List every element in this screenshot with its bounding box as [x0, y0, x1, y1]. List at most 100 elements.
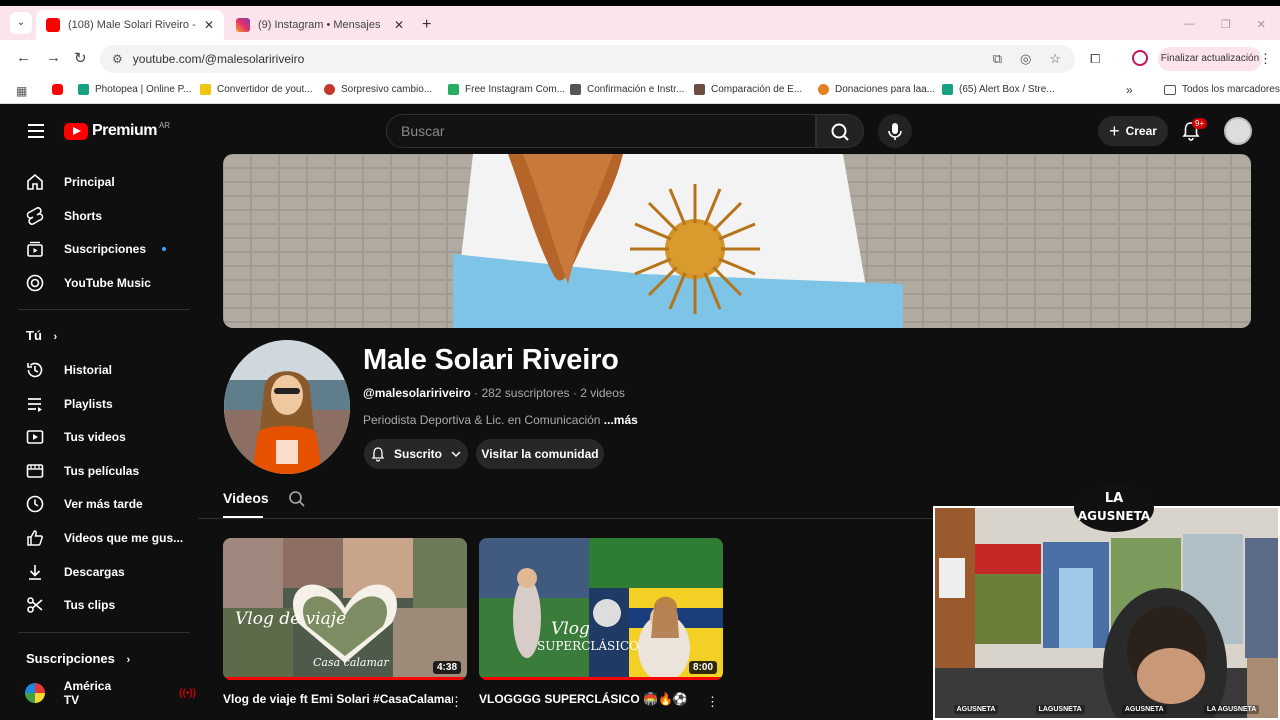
- account-avatar[interactable]: [1224, 117, 1252, 145]
- bookmark-sorpresivo[interactable]: Sorpresivo cambio...: [324, 84, 432, 95]
- back-icon[interactable]: ←: [16, 49, 31, 66]
- subscriptions-icon: [27, 241, 43, 257]
- playlists-icon: [28, 398, 42, 412]
- search-input[interactable]: [387, 115, 815, 147]
- site-info-icon[interactable]: ⚙: [112, 52, 123, 66]
- watch-progress-bar: [223, 677, 467, 680]
- sidebar-item-label: Ver más tarde: [64, 497, 143, 511]
- maximize-icon[interactable]: ❐: [1221, 18, 1231, 31]
- bookmark-photopea[interactable]: Photopea | Online P...: [78, 84, 191, 95]
- download-icon: [29, 565, 41, 580]
- bookmark-star-icon[interactable]: ☆: [1049, 51, 1061, 67]
- sidebar-item-historial[interactable]: Historial: [24, 358, 112, 382]
- sidebar-divider: [18, 632, 190, 633]
- close-tab-icon[interactable]: ✕: [204, 18, 214, 32]
- create-button[interactable]: + Crear: [1098, 116, 1168, 146]
- free-ig-icon: [448, 84, 459, 95]
- sidebar-item-playlists[interactable]: Playlists: [24, 392, 113, 416]
- video-title[interactable]: Vlog de viaje ft Emi Solari #CasaCalamar…: [223, 692, 453, 706]
- tab-videos[interactable]: Videos: [223, 490, 269, 506]
- minimize-icon[interactable]: —: [1184, 18, 1195, 31]
- more-bookmarks-icon[interactable]: »: [1126, 83, 1133, 97]
- sidebar-item-suscripciones[interactable]: Suscripciones: [24, 237, 167, 261]
- channel-name: Male Solari Riveiro: [363, 344, 619, 376]
- sidebar-item-tus-videos[interactable]: Tus videos: [24, 425, 126, 449]
- home-icon: [27, 173, 43, 190]
- search-icon: [831, 123, 849, 141]
- sidebar-item-label: Videos que me gus...: [64, 531, 184, 545]
- subscriptions-section-header[interactable]: Suscripciones ›: [26, 651, 130, 666]
- close-tab-icon[interactable]: ✕: [394, 18, 404, 32]
- video-card[interactable]: Vlog SUPERCLÁSICO 8:00 VLOGGGG SUPERCLÁS…: [479, 538, 723, 709]
- bookmark-donaciones[interactable]: Donaciones para laa...: [818, 84, 935, 95]
- your-videos-icon: [26, 430, 44, 444]
- sidebar-item-liked-videos[interactable]: Videos que me gus...: [24, 526, 183, 550]
- extensions-icon[interactable]: ⧠: [1090, 51, 1100, 67]
- sidebar-item-tus-clips[interactable]: Tus clips: [24, 593, 115, 617]
- apps-grid-icon[interactable]: ▦: [16, 84, 27, 98]
- thumbnail-overlay-text: Vlog de viaje: [235, 609, 346, 629]
- sidebar-item-principal[interactable]: Principal: [24, 170, 115, 194]
- voice-search-button[interactable]: [878, 114, 912, 148]
- address-bar[interactable]: ⚙ youtube.com/@malesolaririveiro ⧉ ◎ ☆: [100, 45, 1075, 73]
- plus-icon: +: [1109, 120, 1120, 141]
- bookmark-youtube[interactable]: [52, 84, 69, 95]
- forward-icon[interactable]: →: [46, 49, 61, 66]
- browser-menu-icon[interactable]: ⋮: [1259, 51, 1272, 67]
- sidebar-item-label: YouTube Music: [64, 276, 151, 290]
- bookmark-instagram-com[interactable]: Free Instagram Com...: [448, 84, 565, 95]
- channel-search-icon[interactable]: [288, 490, 306, 508]
- description-text: Periodista Deportiva & Lic. en Comunicac…: [363, 413, 601, 427]
- sidebar-item-label: Tus clips: [64, 598, 116, 612]
- bookmark-label: Donaciones para laa...: [835, 84, 936, 95]
- video-thumbnail[interactable]: Vlog SUPERCLÁSICO 8:00: [479, 538, 723, 680]
- video-thumbnail[interactable]: Vlog de viaje Casa calamar 4:38: [223, 538, 467, 680]
- video-card[interactable]: Vlog de viaje Casa calamar 4:38 Vlog de …: [223, 538, 467, 709]
- tab-title: (9) Instagram • Mensajes: [258, 19, 381, 31]
- america-tv-avatar: [24, 683, 45, 703]
- update-button[interactable]: Finalizar actualización: [1158, 47, 1262, 71]
- all-bookmarks[interactable]: Todos los marcadores: [1164, 84, 1280, 95]
- description-more-link[interactable]: ...más: [604, 413, 638, 427]
- webcam-overlay: AGUSNETA LAGUSNETA AGUSNETA LA AGUSNETA: [933, 506, 1280, 720]
- video-title[interactable]: VLOGGGG SUPERCLÁSICO 🏟️🔥⚽: [479, 692, 709, 706]
- sidebar-sub-america-tv[interactable]: América TV ((•)): [24, 679, 196, 707]
- channel-avatar-image: [224, 340, 350, 474]
- bookmark-confirmacion[interactable]: Confirmación e Instr...: [570, 84, 684, 95]
- search-button[interactable]: [816, 114, 864, 148]
- sidebar-item-shorts[interactable]: Shorts: [24, 204, 102, 228]
- chevron-right-icon: ›: [126, 654, 131, 666]
- channel-avatar[interactable]: [224, 340, 350, 474]
- omnibox-actions: ⧉ ◎ ☆: [993, 51, 1061, 67]
- eye-off-icon[interactable]: ◎: [1020, 51, 1031, 67]
- tab-search-dropdown[interactable]: ⌄: [10, 12, 32, 34]
- youtube-premium-logo[interactable]: Premium AR: [64, 121, 170, 140]
- bookmark-comparacion[interactable]: Comparación de E...: [694, 84, 802, 95]
- social-instagram: AGUSNETA: [953, 705, 999, 714]
- sidebar-item-ver-mas-tarde[interactable]: Ver más tarde: [24, 492, 143, 516]
- you-section-header[interactable]: Tú ›: [26, 328, 57, 343]
- profile-icon[interactable]: [1132, 50, 1148, 66]
- thumbnail-image: Vlog de viaje Casa calamar: [223, 538, 467, 680]
- tab-youtube[interactable]: (108) Male Solari Riveiro - YouTube ✕: [36, 10, 224, 40]
- bookmark-converter[interactable]: Convertidor de yout...: [200, 84, 313, 95]
- bookmark-alertbox[interactable]: (65) Alert Box / Stre...: [942, 84, 1055, 95]
- reload-icon[interactable]: ↻: [74, 49, 87, 67]
- new-tab-icon[interactable]: +: [422, 16, 431, 34]
- sidebar-item-tus-peliculas[interactable]: Tus películas: [24, 459, 139, 483]
- streamlabs-icon: [942, 84, 953, 95]
- bookmark-label: (65) Alert Box / Stre...: [959, 84, 1055, 95]
- sidebar-item-descargas[interactable]: Descargas: [24, 560, 125, 584]
- menu-icon[interactable]: [28, 124, 44, 142]
- channel-description[interactable]: Periodista Deportiva & Lic. en Comunicac…: [363, 413, 638, 427]
- video-menu-icon[interactable]: ⋮: [450, 694, 463, 710]
- bookmark-label: Free Instagram Com...: [465, 84, 566, 95]
- video-menu-icon[interactable]: ⋮: [706, 694, 719, 710]
- sidebar-item-youtube-music[interactable]: YouTube Music: [24, 271, 151, 295]
- logo-line1: LA: [1105, 491, 1123, 506]
- tab-instagram[interactable]: (9) Instagram • Mensajes ✕: [226, 10, 414, 40]
- subscribed-button[interactable]: Suscrito: [364, 439, 468, 469]
- close-window-icon[interactable]: ✕: [1257, 18, 1266, 31]
- install-icon[interactable]: ⧉: [993, 51, 1002, 67]
- visit-community-button[interactable]: Visitar la comunidad: [476, 439, 604, 469]
